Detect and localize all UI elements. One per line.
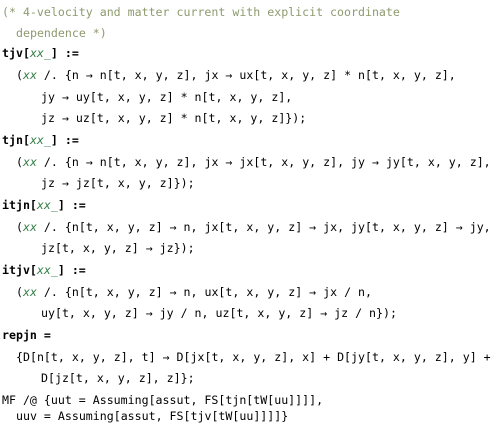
itjn-definition-head: itjn[xx_] :=: [2, 195, 86, 216]
code-line: (xx /. {n → n[t, x, y, z], jx → ux[t, x,…: [16, 65, 456, 86]
variable-xx: xx: [22, 68, 37, 82]
code-line: jy → uy[t, x, y, z] * n[t, x, y, z],: [41, 90, 293, 104]
code-line: jz[t, x, y, z] → jz});: [41, 241, 195, 255]
pattern-argument: xx_: [36, 198, 58, 212]
tjn-definition-head: tjn[xx_] :=: [2, 130, 79, 151]
repjn-definition-head: repjn =: [2, 325, 51, 346]
set-delayed-operator: ] :=: [50, 133, 79, 147]
bracket-open: [: [29, 263, 37, 277]
paren: (: [16, 220, 23, 234]
variable-name: repjn: [2, 328, 37, 342]
paren: (: [16, 155, 23, 169]
function-name: itjv: [2, 263, 30, 277]
code-text: /. {n → n[t, x, y, z], jx → jx[t, x, y, …: [36, 155, 491, 169]
paren: (: [16, 68, 23, 82]
code-line: (xx /. {n → n[t, x, y, z], jx → jx[t, x,…: [16, 152, 491, 173]
code-line: jz → uz[t, x, y, z] * n[t, x, y, z]});: [41, 111, 307, 125]
code-line: uy[t, x, y, z] → jy / n, uz[t, x, y, z] …: [41, 306, 397, 320]
function-name: tjn: [2, 133, 23, 147]
code-line: (xx /. {n[t, x, y, z] → n, ux[t, x, y, z…: [16, 282, 372, 303]
function-name: itjn: [2, 198, 30, 212]
pattern-argument: xx_: [29, 46, 51, 60]
set-delayed-operator: ] :=: [50, 46, 79, 60]
code-line: D[jz[t, x, y, z], z]};: [41, 371, 195, 385]
code-text: /. {n[t, x, y, z] → n, ux[t, x, y, z] → …: [36, 285, 372, 299]
itjv-definition-head: itjv[xx_] :=: [2, 260, 86, 281]
variable-xx: xx: [22, 220, 37, 234]
bracket-open: [: [22, 46, 30, 60]
notebook-input-cell[interactable]: (* 4-velocity and matter current with ex…: [0, 0, 497, 425]
tjv-definition-head: tjv[xx_] :=: [2, 43, 79, 64]
code-text: /. {n[t, x, y, z] → n, jx[t, x, y, z] → …: [36, 220, 491, 234]
code-text: /. {n → n[t, x, y, z], jx → ux[t, x, y, …: [36, 68, 456, 82]
set-delayed-operator: ] :=: [57, 198, 86, 212]
code-line: uuv = Assuming[assut, FS[tjv[tW[uu]]]]}: [16, 409, 289, 423]
code-line: {D[n[t, x, y, z], t] → D[jx[t, x, y, z],…: [16, 350, 491, 364]
code-line: (xx /. {n[t, x, y, z] → n, jx[t, x, y, z…: [16, 217, 491, 238]
variable-xx: xx: [22, 285, 37, 299]
set-delayed-operator: ] :=: [57, 263, 86, 277]
code-comment: (* 4-velocity and matter current with ex…: [2, 5, 400, 19]
pattern-argument: xx_: [29, 133, 51, 147]
function-name: tjv: [2, 46, 23, 60]
set-operator: =: [36, 328, 51, 342]
bracket-open: [: [29, 198, 37, 212]
paren: (: [16, 285, 23, 299]
bracket-open: [: [22, 133, 30, 147]
pattern-argument: xx_: [36, 263, 58, 277]
variable-xx: xx: [22, 155, 37, 169]
code-line: jz → jz[t, x, y, z]});: [41, 176, 195, 190]
code-comment-continuation: dependence *): [16, 26, 107, 40]
